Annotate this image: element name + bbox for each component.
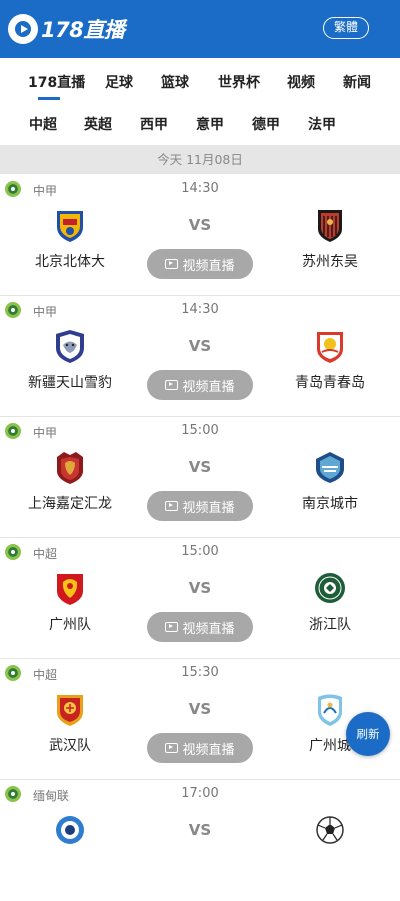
football-icon bbox=[5, 302, 21, 318]
soccer-ball-icon bbox=[316, 816, 344, 844]
vs-label: VS bbox=[188, 700, 212, 718]
wuhan-crest-icon bbox=[57, 695, 83, 726]
refresh-button[interactable]: 刷新 bbox=[346, 712, 390, 756]
vs-label: VS bbox=[188, 216, 212, 234]
video-live-button[interactable]: 视频直播 bbox=[147, 491, 253, 521]
home-team[interactable]: 武汉队 bbox=[0, 691, 140, 755]
away-team-name: 苏州东吴 bbox=[302, 254, 358, 270]
football-icon bbox=[5, 786, 21, 802]
nav-basketball[interactable]: 篮球 bbox=[161, 72, 189, 92]
match-row[interactable]: 中甲 15:00 VS 上海嘉定汇龙 南京城市 视频直播 bbox=[0, 417, 400, 538]
home-team[interactable]: 广州队 bbox=[0, 570, 140, 634]
nav-laliga[interactable]: 西甲 bbox=[140, 114, 168, 134]
myanmar-club-crest-icon bbox=[56, 816, 84, 844]
home-team[interactable]: 上海嘉定汇龙 bbox=[0, 449, 140, 513]
home-team-name: 北京北体大 bbox=[35, 254, 105, 270]
tv-play-icon bbox=[165, 259, 179, 269]
away-team-name: 浙江队 bbox=[309, 617, 351, 633]
guangzhou-crest-icon bbox=[57, 574, 83, 605]
tv-play-icon bbox=[165, 622, 179, 632]
match-time: 15:00 bbox=[181, 544, 219, 559]
video-live-button[interactable]: 视频直播 bbox=[147, 733, 253, 763]
active-tab-indicator bbox=[38, 97, 60, 100]
match-time: 15:30 bbox=[181, 665, 219, 680]
live-button-label: 视频直播 bbox=[182, 258, 235, 274]
football-icon bbox=[5, 423, 21, 439]
home-team-name: 上海嘉定汇龙 bbox=[28, 496, 112, 512]
football-icon bbox=[5, 181, 21, 197]
date-bar: 今天 11月08日 bbox=[0, 145, 400, 174]
traditional-chinese-button[interactable]: 繁體 bbox=[323, 17, 369, 39]
zhejiang-crest-icon bbox=[315, 573, 345, 603]
match-row[interactable]: 中甲 14:30 VS 新疆天山雪豹 青岛青春岛 视频直播 bbox=[0, 296, 400, 417]
match-row[interactable]: 中超 15:30 VS 武汉队 广州城 视频直播 bbox=[0, 659, 400, 780]
match-time: 14:30 bbox=[181, 302, 219, 317]
nav-seriea[interactable]: 意甲 bbox=[196, 114, 224, 134]
vs-label: VS bbox=[188, 821, 212, 839]
away-team[interactable]: 南京城市 bbox=[260, 449, 400, 513]
league-label: 中甲 bbox=[33, 184, 58, 198]
league-label: 中甲 bbox=[33, 426, 58, 440]
nanjing-city-crest-icon bbox=[316, 452, 344, 483]
nav-world-cup[interactable]: 世界杯 bbox=[218, 72, 260, 92]
guangzhou-city-crest-icon bbox=[318, 694, 342, 726]
site-logo[interactable]: 178直播 bbox=[8, 12, 125, 46]
nav-news[interactable]: 新闻 bbox=[343, 72, 371, 92]
vs-label: VS bbox=[188, 337, 212, 355]
video-live-button[interactable]: 视频直播 bbox=[147, 249, 253, 279]
live-button-label: 视频直播 bbox=[182, 742, 235, 758]
qingdao-crest-icon bbox=[317, 332, 343, 363]
nav-bundesliga[interactable]: 德甲 bbox=[252, 114, 280, 134]
home-team-name: 武汉队 bbox=[49, 738, 91, 754]
shanghai-jiading-crest-icon bbox=[57, 452, 83, 484]
play-logo-icon bbox=[8, 14, 38, 44]
vs-label: VS bbox=[188, 458, 212, 476]
live-button-label: 视频直播 bbox=[182, 621, 235, 637]
tv-play-icon bbox=[165, 501, 179, 511]
live-button-label: 视频直播 bbox=[182, 379, 235, 395]
away-team-name: 南京城市 bbox=[302, 496, 358, 512]
football-icon bbox=[5, 665, 21, 681]
nav-video[interactable]: 视频 bbox=[287, 72, 315, 92]
away-team[interactable] bbox=[260, 812, 400, 848]
league-label: 中超 bbox=[33, 668, 58, 682]
away-team[interactable]: 浙江队 bbox=[260, 570, 400, 634]
nav-ligue1[interactable]: 法甲 bbox=[308, 114, 336, 134]
match-row[interactable]: 中超 15:00 VS 广州队 浙江队 视频直播 bbox=[0, 538, 400, 659]
match-row[interactable]: 中甲 14:30 VS 北京北体大 苏州东吴 视频直播 bbox=[0, 175, 400, 296]
nav-epl[interactable]: 英超 bbox=[84, 114, 112, 134]
tv-play-icon bbox=[165, 380, 179, 390]
nav-178-live[interactable]: 178直播 bbox=[28, 72, 85, 92]
suzhou-crest-icon bbox=[318, 210, 342, 242]
nav-football[interactable]: 足球 bbox=[105, 72, 133, 92]
home-team-name: 广州队 bbox=[49, 617, 91, 633]
league-label: 缅甸联 bbox=[33, 789, 70, 803]
beijing-crest-icon bbox=[57, 211, 83, 242]
xinjiang-crest-icon bbox=[56, 330, 84, 363]
match-row[interactable]: 缅甸联 17:00 VS bbox=[0, 780, 400, 901]
away-team[interactable]: 青岛青春岛 bbox=[260, 328, 400, 392]
away-team[interactable]: 苏州东吴 bbox=[260, 207, 400, 271]
vs-label: VS bbox=[188, 579, 212, 597]
top-bar: 178直播 繁體 bbox=[0, 0, 400, 58]
match-time: 14:30 bbox=[181, 181, 219, 196]
home-team[interactable]: 新疆天山雪豹 bbox=[0, 328, 140, 392]
home-team-name: 新疆天山雪豹 bbox=[28, 375, 112, 391]
live-button-label: 视频直播 bbox=[182, 500, 235, 516]
video-live-button[interactable]: 视频直播 bbox=[147, 370, 253, 400]
logo-text: 178直播 bbox=[41, 18, 125, 42]
match-time: 17:00 bbox=[181, 786, 219, 801]
away-team-name: 青岛青春岛 bbox=[295, 375, 365, 391]
tv-play-icon bbox=[165, 743, 179, 753]
nav-csl[interactable]: 中超 bbox=[29, 114, 57, 134]
video-live-button[interactable]: 视频直播 bbox=[147, 612, 253, 642]
league-label: 中超 bbox=[33, 547, 58, 561]
home-team[interactable]: 北京北体大 bbox=[0, 207, 140, 271]
league-label: 中甲 bbox=[33, 305, 58, 319]
home-team[interactable] bbox=[0, 812, 140, 848]
football-icon bbox=[5, 544, 21, 560]
match-time: 15:00 bbox=[181, 423, 219, 438]
